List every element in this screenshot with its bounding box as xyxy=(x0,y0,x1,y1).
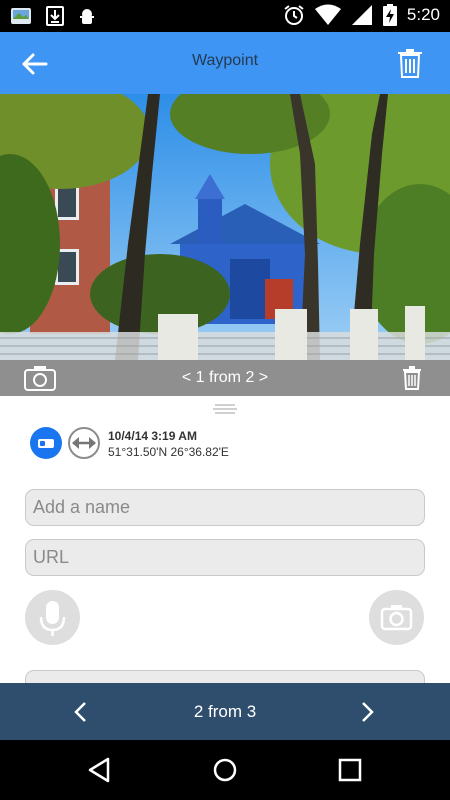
app-toolbar: Waypoint xyxy=(0,32,450,94)
chevron-right-icon[interactable] xyxy=(354,699,380,725)
battery-charging-icon xyxy=(382,4,397,26)
add-photo-button[interactable] xyxy=(369,590,424,645)
recents-icon[interactable] xyxy=(336,756,364,784)
photo-counter[interactable]: < 1 from 2 > xyxy=(0,369,450,387)
pager-label: 2 from 3 xyxy=(193,702,257,721)
name-input[interactable] xyxy=(25,489,425,526)
waypoint-pager: 2 from 3 xyxy=(0,683,450,740)
photo-bar: < 1 from 2 > xyxy=(0,360,450,396)
download-icon xyxy=(46,6,64,26)
waypoint-marker-icon[interactable] xyxy=(30,427,62,459)
back-icon[interactable] xyxy=(86,756,114,784)
wifi-icon xyxy=(314,4,341,25)
waypoint-coordinates: 51°31.50'N 26°36.82'E xyxy=(108,445,229,459)
voice-note-button[interactable] xyxy=(25,590,80,645)
status-bar: 5:20 xyxy=(0,0,450,32)
signal-icon xyxy=(351,5,372,25)
waypoint-info: 10/4/14 3:19 AM 51°31.50'N 26°36.82'E xyxy=(30,424,430,464)
waypoint-datetime: 10/4/14 3:19 AM xyxy=(108,429,197,443)
microphone-icon xyxy=(39,601,66,636)
home-icon[interactable] xyxy=(211,756,239,784)
status-clock: 5:20 xyxy=(406,5,440,24)
trash-icon[interactable] xyxy=(402,366,422,390)
page-title: Waypoint xyxy=(191,52,259,69)
alarm-icon xyxy=(284,5,304,25)
navigate-icon[interactable] xyxy=(68,427,100,459)
gallery-icon xyxy=(11,8,31,24)
trash-icon[interactable] xyxy=(396,48,424,78)
camera-icon xyxy=(380,605,413,631)
system-navigation-bar xyxy=(0,740,450,800)
waypoint-photo[interactable] xyxy=(0,94,450,360)
url-input[interactable] xyxy=(25,539,425,576)
android-debug-icon xyxy=(80,9,94,24)
drag-handle-icon[interactable] xyxy=(212,403,238,415)
